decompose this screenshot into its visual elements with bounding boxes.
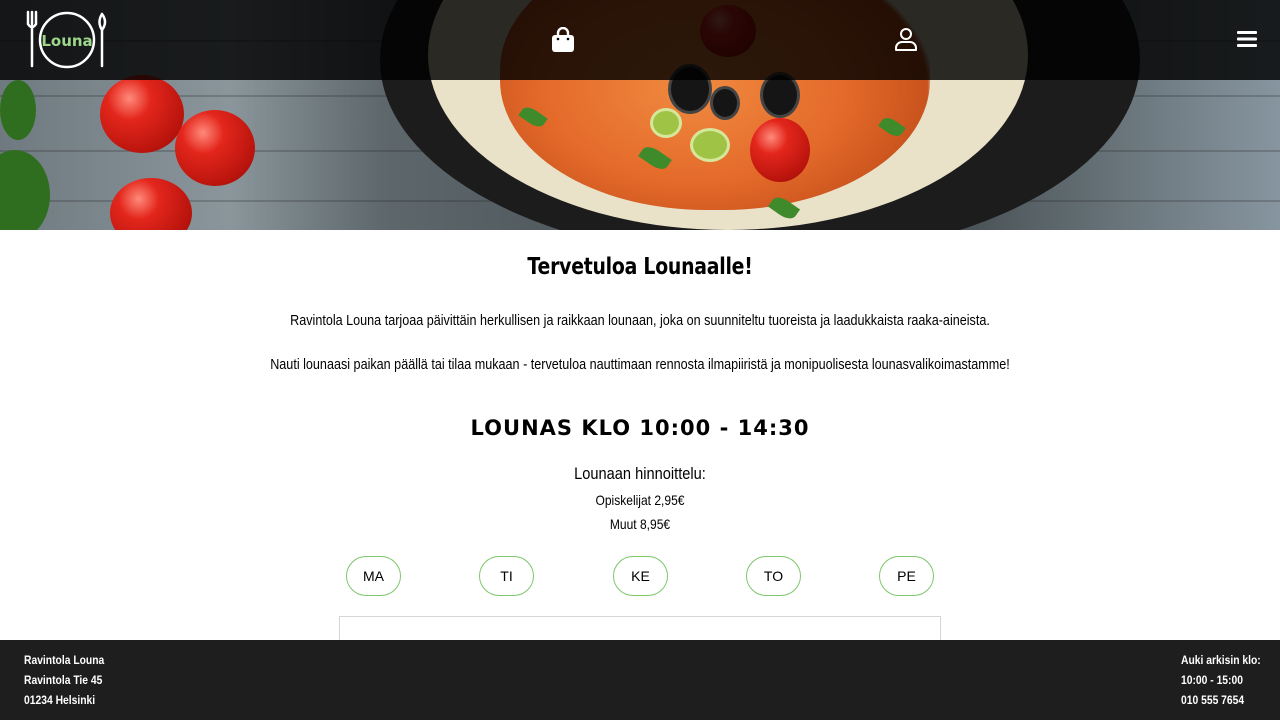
footer-restaurant-name: Ravintola Louna bbox=[24, 653, 105, 667]
day-button-to[interactable]: TO bbox=[746, 556, 801, 596]
intro-paragraph-2: Nauti lounaasi paikan päällä tai tilaa m… bbox=[270, 356, 1010, 373]
price-students: Opiskelijat 2,95€ bbox=[595, 492, 685, 508]
footer-opening-hours: Auki arkisin klo: 10:00 - 15:00 010 555 … bbox=[1181, 650, 1274, 710]
pricing-heading: Lounaan hinnoittelu: bbox=[574, 464, 706, 483]
day-button-pe[interactable]: PE bbox=[879, 556, 934, 596]
user-icon[interactable] bbox=[894, 27, 918, 51]
day-button-ti[interactable]: TI bbox=[479, 556, 534, 596]
hamburger-menu-icon[interactable] bbox=[1237, 30, 1257, 48]
footer: Ravintola Louna Ravintola Tie 45 01234 H… bbox=[0, 640, 1280, 720]
footer-city: 01234 Helsinki bbox=[24, 693, 96, 707]
top-navigation-bar: Louna bbox=[0, 0, 1280, 80]
footer-address: Ravintola Louna Ravintola Tie 45 01234 H… bbox=[24, 650, 117, 710]
louna-logo[interactable]: Louna bbox=[24, 10, 110, 70]
footer-hours-time: 10:00 - 15:00 bbox=[1181, 673, 1243, 687]
intro-paragraph: Ravintola Louna tarjoaa päivittäin herku… bbox=[290, 312, 990, 329]
footer-hours-label: Auki arkisin klo: bbox=[1181, 653, 1261, 667]
price-others: Muut 8,95€ bbox=[609, 516, 671, 532]
day-button-ma[interactable]: MA bbox=[346, 556, 401, 596]
logo-text: Louna bbox=[41, 32, 92, 50]
lunch-hours-heading: LOUNAS KLO 10:00 - 14:30 bbox=[470, 416, 810, 440]
shopping-bag-icon[interactable] bbox=[551, 27, 575, 53]
footer-phone: 010 555 7654 bbox=[1181, 693, 1245, 707]
day-button-ke[interactable]: KE bbox=[613, 556, 668, 596]
page-title: Tervetuloa Lounaalle! bbox=[527, 254, 753, 280]
footer-street: Ravintola Tie 45 bbox=[24, 673, 103, 687]
